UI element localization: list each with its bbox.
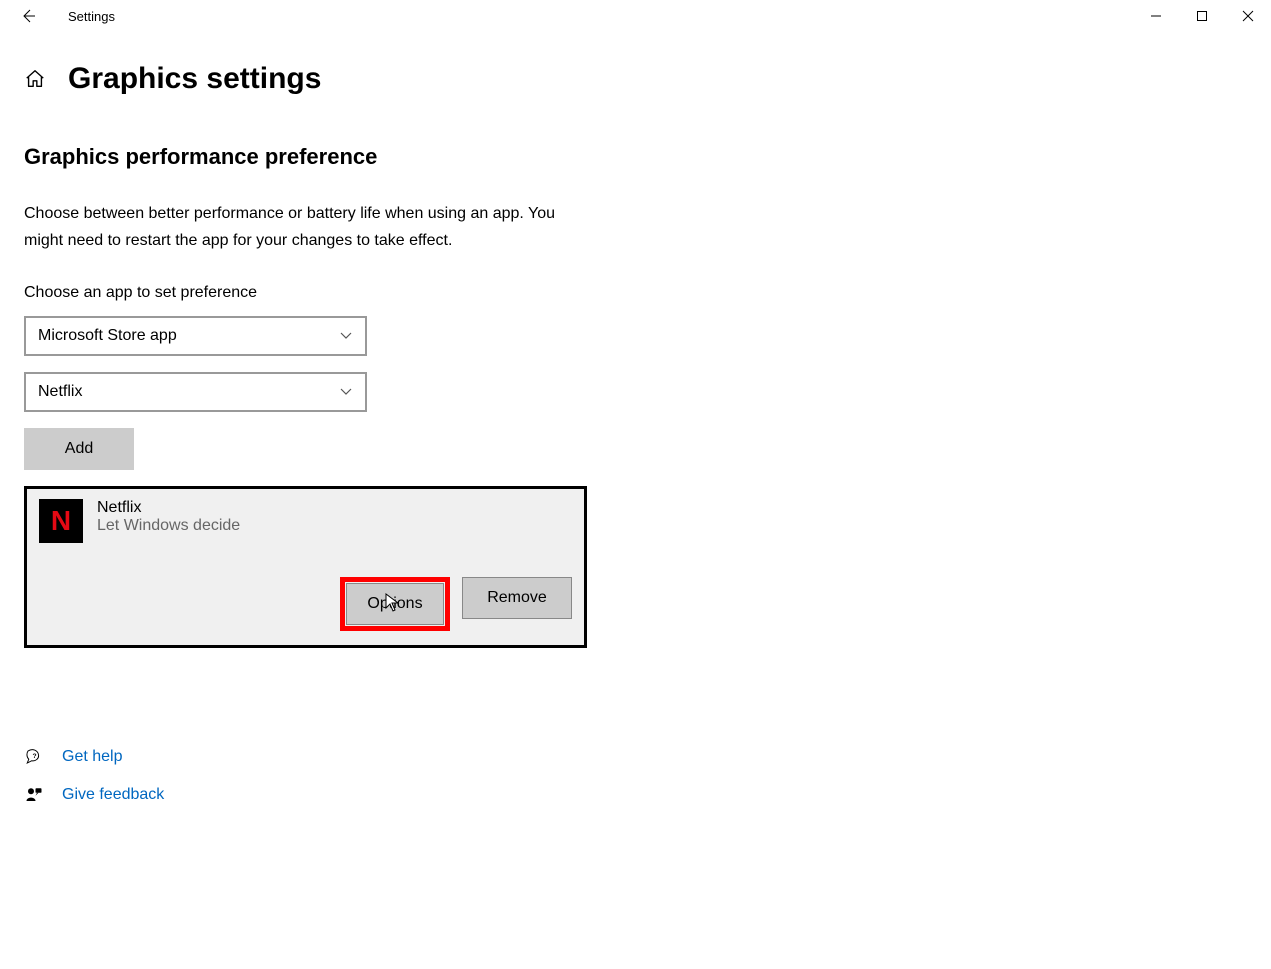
netflix-icon: N (39, 499, 83, 543)
help-links: ? Get help Give feedback (24, 748, 1271, 804)
get-help-text: Get help (62, 748, 122, 766)
section-title: Graphics performance preference (24, 144, 1271, 170)
content-area: Graphics settings Graphics performance p… (0, 32, 1271, 804)
app-select-selected: Netflix (38, 383, 82, 401)
app-title: Settings (68, 9, 115, 24)
remove-button[interactable]: Remove (462, 577, 572, 619)
add-button[interactable]: Add (24, 428, 134, 470)
give-feedback-text: Give feedback (62, 786, 164, 804)
description-text: Choose between better performance or bat… (24, 200, 564, 254)
window-controls (1133, 0, 1271, 32)
back-button[interactable] (8, 0, 48, 32)
app-subtitle: Let Windows decide (97, 517, 240, 535)
app-name: Netflix (97, 499, 240, 517)
minimize-icon (1150, 10, 1162, 22)
give-feedback-link[interactable]: Give feedback (24, 786, 1271, 804)
title-bar: Settings (0, 0, 1271, 32)
app-card[interactable]: N Netflix Let Windows decide Options Rem… (24, 486, 587, 648)
help-icon: ? (24, 748, 44, 766)
home-icon (24, 68, 46, 90)
page-header: Graphics settings (24, 62, 1271, 96)
chevron-down-icon (339, 329, 353, 343)
options-button[interactable]: Options (346, 583, 444, 625)
svg-text:?: ? (33, 753, 37, 760)
close-icon (1242, 10, 1254, 22)
feedback-icon (24, 786, 44, 804)
app-select-dropdown[interactable]: Netflix (24, 372, 367, 412)
card-buttons: Options Remove (39, 577, 572, 631)
maximize-button[interactable] (1179, 0, 1225, 32)
choose-app-label: Choose an app to set preference (24, 284, 1271, 302)
app-info: Netflix Let Windows decide (97, 499, 240, 535)
app-type-dropdown[interactable]: Microsoft Store app (24, 316, 367, 356)
app-type-selected: Microsoft Store app (38, 327, 177, 345)
maximize-icon (1196, 10, 1208, 22)
app-row: N Netflix Let Windows decide (39, 499, 572, 543)
page-title: Graphics settings (68, 62, 321, 96)
chevron-down-icon (339, 385, 353, 399)
minimize-button[interactable] (1133, 0, 1179, 32)
highlight-box: Options (340, 577, 450, 631)
arrow-left-icon (20, 8, 36, 24)
home-button[interactable] (24, 68, 46, 90)
get-help-link[interactable]: ? Get help (24, 748, 1271, 766)
close-button[interactable] (1225, 0, 1271, 32)
